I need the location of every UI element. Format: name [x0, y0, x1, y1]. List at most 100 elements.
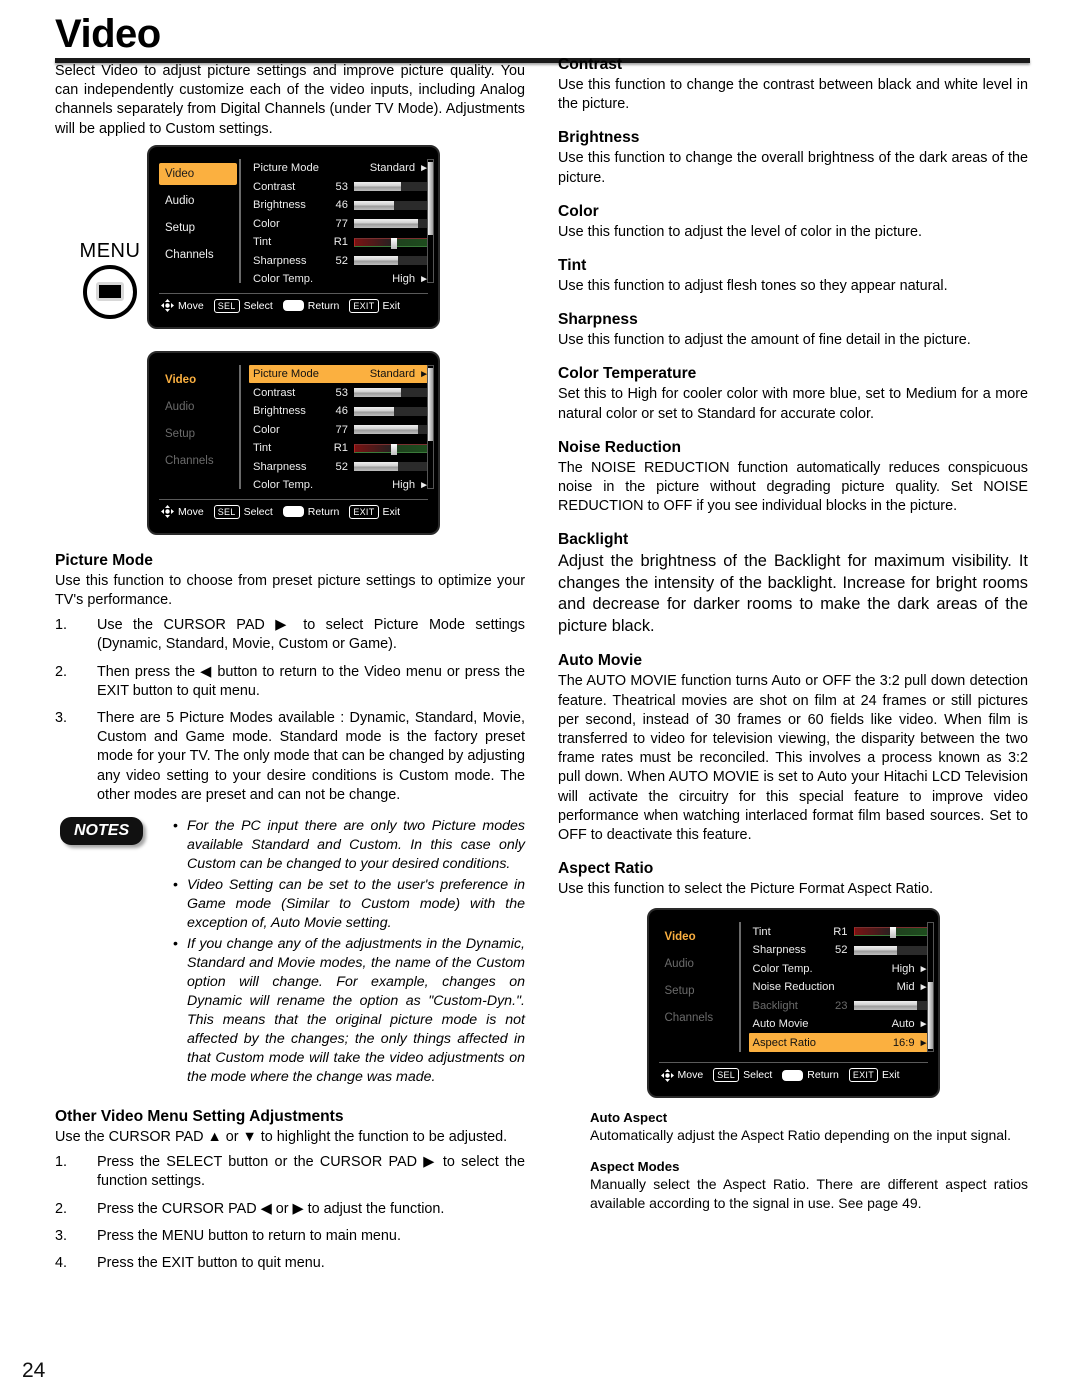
osd3-select-hint: SEL Select	[713, 1068, 772, 1083]
osd-setting-row-contrast[interactable]: Contrast 53	[249, 383, 432, 402]
osd-setting-row-brightness[interactable]: Brightness 46	[249, 196, 432, 215]
dpad-icon	[660, 1068, 674, 1082]
setting-slider[interactable]	[853, 945, 929, 955]
scrollbar-thumb[interactable]	[428, 368, 433, 442]
setting-value: 77	[335, 217, 348, 230]
setting-name: Contrast	[253, 180, 296, 193]
osd1-settings-list[interactable]: Picture Mode Standard ► Contrast 53 Brightnes…	[249, 157, 434, 289]
osd2-move-label: Move	[178, 505, 204, 518]
slider-thumb[interactable]	[390, 443, 397, 455]
osd2-sidebar-item-setup[interactable]: Setup	[159, 423, 237, 445]
osd-setting-row-sharpness[interactable]: Sharpness 52	[249, 457, 432, 476]
osd-menu-video-2[interactable]: Video Audio Setup Channels Picture Mode S…	[147, 350, 440, 535]
osd3-sidebar-item-setup[interactable]: Setup	[659, 980, 737, 1002]
setting-name: Sharpness	[752, 944, 807, 957]
slider-fill	[354, 425, 418, 435]
osd2-sidebar[interactable]: Video Audio Setup Channels	[159, 363, 237, 493]
setting-name: Noise Reduction	[752, 981, 835, 994]
sel-key-icon: SEL	[213, 504, 240, 519]
setting-slider[interactable]	[354, 219, 429, 229]
dpad-icon	[161, 299, 174, 313]
osd-scrollbar[interactable]	[427, 158, 434, 283]
osd3-sidebar-item-video[interactable]: Video	[659, 926, 737, 948]
osd-setting-row-color-temp[interactable]: Color Temp. High ►	[249, 270, 432, 289]
osd-setting-row-backlight[interactable]: Backlight 23	[749, 996, 932, 1015]
osd3-settings-list[interactable]: Tint R1 Sharpness 52 Color Temp. High ► Noise R…	[748, 920, 934, 1056]
osd2-sidebar-item-audio[interactable]: Audio	[159, 396, 237, 418]
setting-value: High ►	[392, 479, 429, 492]
setting-slider[interactable]	[354, 200, 429, 210]
setting-slider[interactable]	[354, 462, 429, 472]
tint-heading: Tint	[558, 257, 587, 275]
osd3-sidebar-item-audio[interactable]: Audio	[659, 953, 737, 975]
setting-slider[interactable]	[354, 443, 429, 455]
osd-setting-row-brightness[interactable]: Brightness 46	[249, 402, 432, 421]
color-body: Use this function to adjust the level of…	[558, 223, 922, 240]
osd1-sidebar-item-audio[interactable]: Audio	[159, 190, 237, 212]
osd-illustration-group: MENU Video Audio Setup Channels Picture …	[55, 144, 525, 545]
slider-fill	[354, 256, 398, 266]
osd-setting-row-noise-reduction[interactable]: Noise Reduction Mid ►	[749, 978, 932, 997]
setting-value: 46	[335, 199, 348, 212]
setting-name: Sharpness	[253, 254, 307, 267]
setting-slider[interactable]	[354, 406, 429, 416]
contrast-heading: Contrast	[558, 56, 623, 73]
osd-setting-row-auto-movie[interactable]: Auto Movie Auto ►	[749, 1015, 932, 1034]
osd3-return-label: Return	[807, 1069, 839, 1082]
osd-setting-row-picture-mode[interactable]: Picture Mode Standard ►	[249, 364, 432, 384]
osd1-return-label: Return	[307, 299, 340, 312]
osd-setting-row-contrast[interactable]: Contrast 53	[249, 177, 432, 196]
return-key-icon	[782, 1069, 804, 1081]
osd2-sidebar-item-video[interactable]: Video	[159, 369, 237, 391]
auto-aspect-heading: Auto Aspect	[590, 1110, 668, 1126]
setting-slider[interactable]	[853, 927, 929, 939]
osd1-sidebar-item-channels[interactable]: Channels	[159, 244, 237, 266]
osd1-sidebar[interactable]: Video Audio Setup Channels	[159, 157, 237, 287]
setting-name: Color	[253, 217, 280, 230]
setting-slider[interactable]	[853, 1001, 929, 1011]
setting-slider[interactable]	[354, 182, 429, 192]
step-number: 1.	[55, 1154, 68, 1171]
osd-scrollbar[interactable]	[427, 364, 434, 489]
osd-setting-row-color[interactable]: Color 77	[249, 214, 432, 233]
osd1-sidebar-item-video[interactable]: Video	[159, 162, 237, 185]
brightness-heading: Brightness	[558, 129, 640, 147]
list-item: 2. Then press the ◀ button to return to t…	[55, 663, 525, 701]
osd2-settings-list[interactable]: Picture Mode Standard ► Contrast 53 Brightnes…	[249, 363, 434, 495]
scrollbar-thumb[interactable]	[428, 162, 433, 236]
setting-value: R1	[833, 925, 848, 938]
osd-menu-video-1[interactable]: Video Audio Setup Channels Picture Mode S…	[147, 144, 440, 329]
slider-thumb[interactable]	[890, 927, 897, 939]
left-column: Select Video to adjust picture settings …	[55, 62, 525, 1281]
list-item: 4. Press the EXIT button to quit menu.	[55, 1254, 525, 1273]
setting-slider[interactable]	[354, 256, 429, 266]
osd-setting-row-color-temp[interactable]: Color Temp. High ►	[249, 476, 432, 495]
osd3-sidebar[interactable]: Video Audio Setup Channels	[659, 920, 737, 1056]
slider-thumb[interactable]	[390, 237, 397, 249]
osd-scrollbar[interactable]	[926, 922, 934, 1053]
osd-setting-row-tint[interactable]: Tint R1	[249, 439, 432, 458]
slider-fill	[354, 200, 394, 210]
setting-slider[interactable]	[354, 237, 429, 249]
osd3-sidebar-item-channels[interactable]: Channels	[659, 1007, 737, 1029]
step-text: Use the CURSOR PAD ▶ to select Picture M…	[97, 617, 525, 653]
osd2-sidebar-item-channels[interactable]: Channels	[159, 450, 237, 472]
osd-setting-row-sharpness[interactable]: Sharpness 52	[249, 251, 432, 270]
osd-setting-row-color[interactable]: Color 77	[249, 420, 432, 439]
osd-menu-video-3[interactable]: Video Audio Setup Channels Tint R1 Sharpne…	[646, 908, 940, 1099]
osd-setting-row-tint[interactable]: Tint R1	[749, 922, 932, 941]
osd-setting-row-sharpness[interactable]: Sharpness 52	[749, 941, 932, 960]
osd-setting-row-aspect-ratio[interactable]: Aspect Ratio 16:9 ►	[748, 1033, 932, 1052]
setting-slider[interactable]	[354, 388, 429, 398]
osd-setting-row-tint[interactable]: Tint R1	[249, 233, 432, 252]
scrollbar-thumb[interactable]	[927, 982, 933, 1049]
color-temperature-body: Set this to High for cooler color with m…	[558, 386, 1028, 422]
setting-slider[interactable]	[354, 425, 429, 435]
setting-value: R1	[333, 442, 348, 455]
aspect-ratio-body: Use this function to select the Picture …	[558, 881, 934, 898]
osd-setting-row-picture-mode[interactable]: Picture Mode Standard ►	[249, 159, 432, 178]
osd1-sidebar-item-setup[interactable]: Setup	[159, 217, 237, 239]
setting-name: Auto Movie	[752, 1018, 809, 1031]
osd3-wrapper: Video Audio Setup Channels Tint R1 Sharpne…	[558, 908, 1028, 1099]
osd-setting-row-color-temp[interactable]: Color Temp. High ►	[749, 959, 932, 978]
